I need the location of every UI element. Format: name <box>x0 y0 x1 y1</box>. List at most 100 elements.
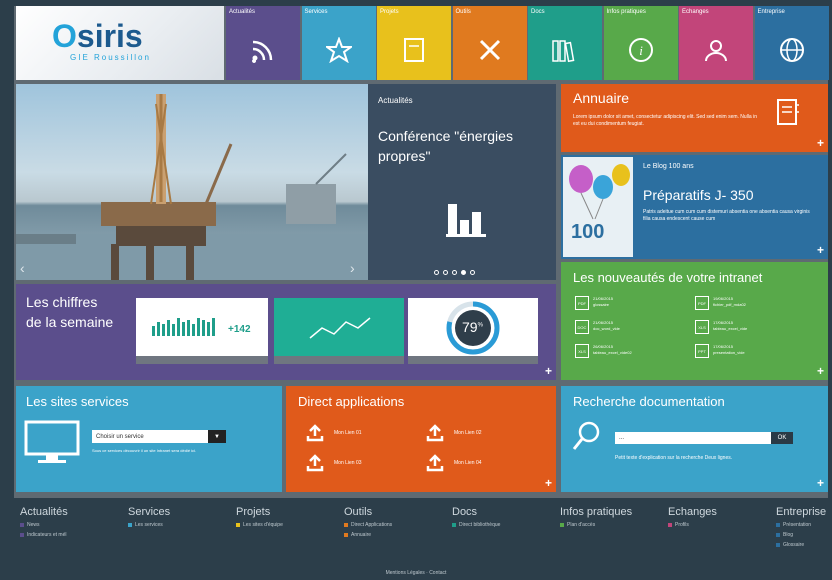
blog-text: Patris adeitue cum cum cum distemuri abs… <box>643 209 810 222</box>
bullet-icon <box>344 523 348 527</box>
annuaire-tile[interactable]: Annuaire Lorem ipsum dolor sit amet, con… <box>561 84 828 152</box>
document-meta: 19/06/2015 fichier_pdf_mda02 <box>713 296 746 310</box>
carousel-dot-active[interactable] <box>461 270 466 275</box>
bullet-icon <box>776 523 780 527</box>
stat-card-line[interactable] <box>274 298 404 364</box>
nav-tile-5[interactable]: Infos pratiques i <box>603 6 678 80</box>
svg-text:i: i <box>639 43 643 58</box>
footer-link[interactable]: Présentation <box>776 522 826 528</box>
footer-column-title[interactable]: Infos pratiques <box>560 506 632 518</box>
recherche-tile[interactable]: Recherche documentation ... OK Petit tex… <box>561 386 828 492</box>
carousel-dots[interactable] <box>434 270 475 275</box>
direct-plus-icon[interactable]: + <box>545 476 552 490</box>
stat-card-footer <box>136 356 268 364</box>
carousel-dot[interactable] <box>443 270 448 275</box>
footer-column-title[interactable]: Projets <box>236 506 283 518</box>
chiffres-plus-icon[interactable]: + <box>545 364 552 378</box>
carousel-dot[interactable] <box>434 270 439 275</box>
document-name: doc_word_vlde <box>593 326 620 331</box>
carousel-dot[interactable] <box>452 270 457 275</box>
upload-icon <box>306 454 324 472</box>
footer-link-label: Les sites d'équipe <box>243 522 283 528</box>
nav-tile-2[interactable]: Projets <box>377 6 451 80</box>
direct-link[interactable]: Mon Lien 04 <box>426 454 482 472</box>
nav-tile-label: Outils <box>455 9 471 15</box>
footer-link[interactable]: Direct Applications <box>344 522 392 528</box>
annuaire-plus-icon[interactable]: + <box>817 136 824 150</box>
footer-link-label: Direct Applications <box>351 522 393 528</box>
nouveautes-plus-icon[interactable]: + <box>817 364 824 378</box>
blog-title[interactable]: Préparatifs J- 350 <box>643 187 754 203</box>
carousel-next-icon[interactable]: › <box>350 260 355 276</box>
document-item[interactable]: PDF 19/06/2015 fichier_pdf_mda02 <box>695 296 746 310</box>
nav-tile-4[interactable]: Docs <box>528 6 602 80</box>
document-item[interactable]: XLS 17/06/2015 tableau_excel_vide <box>695 320 747 334</box>
nav-tile-1[interactable]: Services <box>301 6 376 80</box>
footer-link[interactable]: Profils <box>668 522 717 528</box>
footer-link[interactable]: Direct bibliothèque <box>452 522 500 528</box>
nouveautes-title[interactable]: Les nouveautés de votre intranet <box>573 270 762 285</box>
footer-column-title[interactable]: Services <box>128 506 170 518</box>
service-select-value: Choisir un service <box>96 433 144 440</box>
footer-link[interactable]: Blog <box>776 532 826 538</box>
carousel-dot[interactable] <box>470 270 475 275</box>
direct-title: Direct applications <box>298 394 405 409</box>
service-select[interactable]: Choisir un service ▼ <box>92 430 226 443</box>
footer-bottom-links[interactable]: Mentions Légales · Contact <box>0 570 832 576</box>
footer-column-title[interactable]: Actualités <box>20 506 68 518</box>
footer-column-title[interactable]: Docs <box>452 506 500 518</box>
direct-link[interactable]: Mon Lien 01 <box>306 424 362 442</box>
document-item[interactable]: DOC 21/06/2015 doc_word_vlde <box>575 320 620 334</box>
document-item[interactable]: PDF 21/06/2015 glossaire <box>575 296 613 310</box>
carousel-prev-icon[interactable]: ‹ <box>20 260 25 276</box>
news-title[interactable]: Conférence "énergies propres" <box>378 126 548 166</box>
news-tile[interactable]: Actualités Conférence "énergies propres" <box>368 84 556 280</box>
footer-link[interactable]: Glossaire <box>776 542 826 548</box>
document-name: presentation_vide <box>713 350 745 355</box>
search-button[interactable]: OK <box>771 432 793 444</box>
footer-link[interactable]: Indicateurs et mél <box>20 532 68 538</box>
direct-link[interactable]: Mon Lien 03 <box>306 454 362 472</box>
footer-column-title[interactable]: Entreprise <box>776 506 826 518</box>
blog-plus-icon[interactable]: + <box>817 243 824 257</box>
footer-column-title[interactable]: Echanges <box>668 506 717 518</box>
footer-link[interactable]: News <box>20 522 68 528</box>
stat-card-footer <box>408 356 538 364</box>
document-item[interactable]: PPT 17/06/2015 presentation_vide <box>695 344 745 358</box>
logo[interactable]: Osiris <box>52 18 143 55</box>
direct-link[interactable]: Mon Lien 02 <box>426 424 482 442</box>
footer-link[interactable]: Les services <box>128 522 170 528</box>
blog-tile[interactable]: 100 Le Blog 100 ans Préparatifs J- 350 P… <box>561 155 828 259</box>
users-icon <box>679 30 753 70</box>
footer-column: Actualités News Indicateurs et mél <box>20 506 68 542</box>
nav-tile-0[interactable]: Actualités <box>226 6 300 80</box>
bullet-icon <box>668 523 672 527</box>
sites-services-tile[interactable]: Les sites services Choisir un service ▼ … <box>16 386 282 492</box>
bullet-icon <box>20 533 24 537</box>
direct-link-label: Mon Lien 01 <box>334 430 362 436</box>
mini-bar <box>182 322 185 336</box>
footer-column-title[interactable]: Outils <box>344 506 392 518</box>
recherche-plus-icon[interactable]: + <box>817 476 824 490</box>
annuaire-title[interactable]: Annuaire <box>573 90 629 106</box>
stat-card-gauge[interactable]: 79% <box>408 298 538 364</box>
blog-badge: 100 <box>571 221 605 243</box>
chiffres-tile[interactable]: Les chiffres de la semaine +142 79% + <box>16 284 556 380</box>
file-icon: PPT <box>695 344 709 358</box>
file-icon: PDF <box>695 296 709 310</box>
nav-tile-6[interactable]: Echanges <box>679 6 753 80</box>
direct-applications-tile[interactable]: Direct applications + Mon Lien 01 Mon Lie… <box>286 386 556 492</box>
footer-column: Echanges Profils <box>668 506 717 532</box>
document-item[interactable]: XLS 26/06/2015 tableau_excel_vide02 <box>575 344 632 358</box>
chevron-down-icon[interactable]: ▼ <box>208 430 226 443</box>
nav-tile-3[interactable]: Outils <box>452 6 527 80</box>
footer-link[interactable]: Annuaire <box>344 532 392 538</box>
search-input[interactable]: ... <box>615 432 771 444</box>
nav-tile-7[interactable]: Entreprise <box>754 6 829 80</box>
footer-link[interactable]: Plan d'accès <box>560 522 632 528</box>
bullet-icon <box>776 543 780 547</box>
footer-link[interactable]: Les sites d'équipe <box>236 522 283 528</box>
stat-card-bars[interactable]: +142 <box>136 298 268 364</box>
nouveautes-tile[interactable]: Les nouveautés de votre intranet + PDF 21… <box>561 262 828 380</box>
news-photo[interactable]: ‹ › <box>16 84 368 280</box>
